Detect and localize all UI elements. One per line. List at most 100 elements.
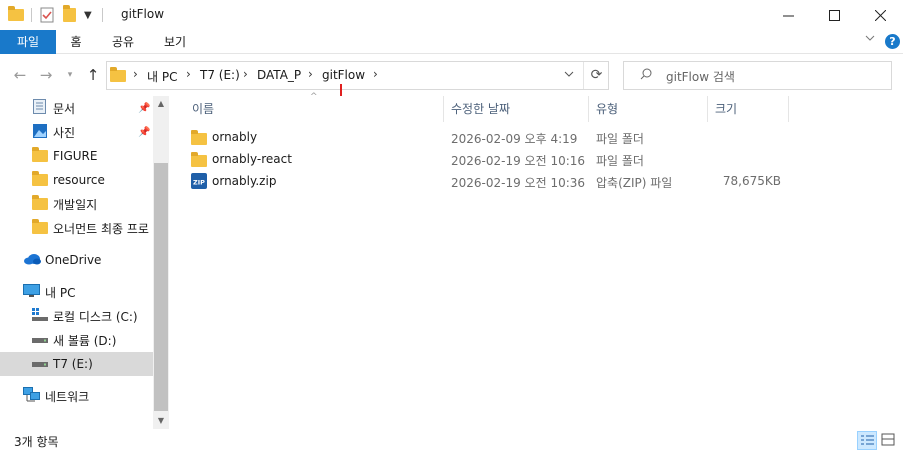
breadcrumb-this-pc[interactable]: 내 PC [147,68,177,85]
file-type: 압축(ZIP) 파일 [596,176,673,190]
pictures-icon [33,123,47,141]
ribbon-tabs: 파일 홈 공유 보기 ? [0,30,903,54]
details-view-button[interactable] [857,431,877,450]
folder-icon [191,130,207,145]
drive-icon [32,357,48,371]
column-header-name[interactable]: 이름 [192,96,214,122]
file-size: 78,675KB [722,174,781,188]
help-icon[interactable]: ? [885,34,900,49]
column-header-type[interactable]: 유형 [596,96,618,122]
refresh-button[interactable]: ⟳ [583,62,609,89]
drive-icon [32,333,48,347]
folder-icon [8,5,24,25]
breadcrumb-gitflow[interactable]: gitFlow [322,68,365,82]
minimize-button[interactable] [765,0,811,30]
search-placeholder: gitFlow 검색 [666,70,735,84]
breadcrumb-drive[interactable]: T7 (E:) [200,68,240,82]
scroll-down-arrow-icon[interactable]: ▼ [153,413,169,429]
column-divider[interactable] [588,96,589,122]
computer-icon [23,283,40,301]
pin-icon[interactable]: 📌 [138,127,150,138]
folder-icon [32,147,48,162]
nav-item-this-pc[interactable]: 내 PC [0,280,153,304]
scroll-up-arrow-icon[interactable]: ▲ [153,96,169,112]
folder-icon [32,195,48,210]
expand-ribbon-icon[interactable] [864,32,876,47]
nav-item-drive-d[interactable]: 새 볼륨 (D:) [0,328,153,352]
navigation-bar: ← → ▾ ↑ › 내 PC › T7 (E:) › DATA_P › gitF… [0,54,903,115]
file-modified: 2026-02-19 오전 10:16 [451,154,586,168]
forward-button[interactable]: → [36,65,56,85]
cloud-icon [23,253,41,268]
close-button[interactable] [857,0,903,30]
column-divider[interactable] [443,96,444,122]
navigation-pane: 문서 📌 사진 📌 FIGURE resource 개발일지 오너먼트 최종 프… [0,96,169,429]
window-title: gitFlow [121,7,165,21]
nav-item-resource[interactable]: resource [0,168,153,192]
network-icon [23,387,40,405]
column-divider[interactable] [788,96,789,122]
nav-item-dev-journal[interactable]: 개발일지 [0,192,153,216]
new-folder-icon[interactable] [63,5,76,25]
address-folder-icon [110,67,126,85]
column-header-size[interactable]: 크기 [715,96,737,122]
scrollbar-thumb[interactable] [154,163,168,411]
nav-item-ornament-final[interactable]: 오너먼트 최종 프로 [0,216,153,240]
nav-item-drive-e[interactable]: T7 (E:) [0,352,153,376]
maximize-button[interactable] [811,0,857,30]
column-header-modified[interactable]: 수정한 날짜 [451,96,510,122]
nav-item-figure[interactable]: FIGURE [0,144,153,168]
sort-ascending-icon: ^ [310,92,318,102]
file-row[interactable]: ornably 2026-02-09 오후 4:19 파일 폴더 [185,127,785,149]
up-button[interactable]: ↑ [83,65,103,85]
address-history-dropdown[interactable] [556,62,582,89]
tab-view[interactable]: 보기 [156,30,194,54]
file-name: ornably.zip [212,174,277,188]
breadcrumb-chevron-icon[interactable]: › [308,67,313,81]
file-type: 파일 폴더 [596,154,644,168]
search-input[interactable]: gitFlow 검색 [623,61,892,90]
back-button[interactable]: ← [10,65,30,85]
qat-divider [31,8,32,22]
breadcrumb-data-p[interactable]: DATA_P [257,68,301,82]
file-name: ornably-react [212,152,292,166]
zip-icon: ZIP [191,173,207,192]
nav-item-drive-c[interactable]: 로컬 디스크 (C:) [0,304,153,328]
nav-item-pictures[interactable]: 사진 📌 [0,120,153,144]
breadcrumb-chevron-icon[interactable]: › [186,67,191,81]
svg-text:ZIP: ZIP [193,179,205,187]
breadcrumb-chevron-icon[interactable]: › [243,67,248,81]
folder-icon [191,152,207,167]
tab-share[interactable]: 공유 [104,30,142,54]
item-count: 3개 항목 [14,435,59,449]
address-bar[interactable]: › 내 PC › T7 (E:) › DATA_P › gitFlow › ⟳ [106,61,609,90]
nav-item-network[interactable]: 네트워크 [0,384,153,408]
properties-icon[interactable] [40,5,54,25]
nav-scrollbar[interactable]: ▲ ▼ [153,96,169,429]
pin-icon[interactable]: 📌 [138,103,150,114]
column-divider[interactable] [707,96,708,122]
large-icons-view-button[interactable] [879,431,899,450]
documents-icon [33,99,46,117]
nav-item-documents[interactable]: 문서 📌 [0,96,153,120]
file-row[interactable]: ZIP ornably.zip 2026-02-19 오전 10:36 압축(Z… [185,171,785,193]
breadcrumb-chevron-icon[interactable]: › [133,67,138,81]
folder-icon [32,171,48,186]
file-list: 이름 ^ 수정한 날짜 유형 크기 ornably 2026-02-09 오후 … [169,92,903,429]
tab-file[interactable]: 파일 [0,30,56,54]
file-modified: 2026-02-19 오전 10:36 [451,176,586,190]
file-type: 파일 폴더 [596,132,644,146]
nav-item-onedrive[interactable]: OneDrive [0,248,153,272]
breadcrumb-chevron-icon[interactable]: › [373,67,378,81]
title-bar: ▼ gitFlow [0,0,903,30]
tab-home[interactable]: 홈 [61,30,91,54]
file-row[interactable]: ornably-react 2026-02-19 오전 10:16 파일 폴더 [185,149,785,171]
title-divider [102,8,103,22]
recent-locations-icon[interactable]: ▾ [62,65,78,85]
status-bar: 3개 항목 [0,429,903,452]
file-name: ornably [212,130,258,144]
file-modified: 2026-02-09 오후 4:19 [451,132,578,146]
search-icon [640,68,652,83]
customize-qat-icon[interactable]: ▼ [84,5,92,25]
folder-icon [32,219,48,234]
